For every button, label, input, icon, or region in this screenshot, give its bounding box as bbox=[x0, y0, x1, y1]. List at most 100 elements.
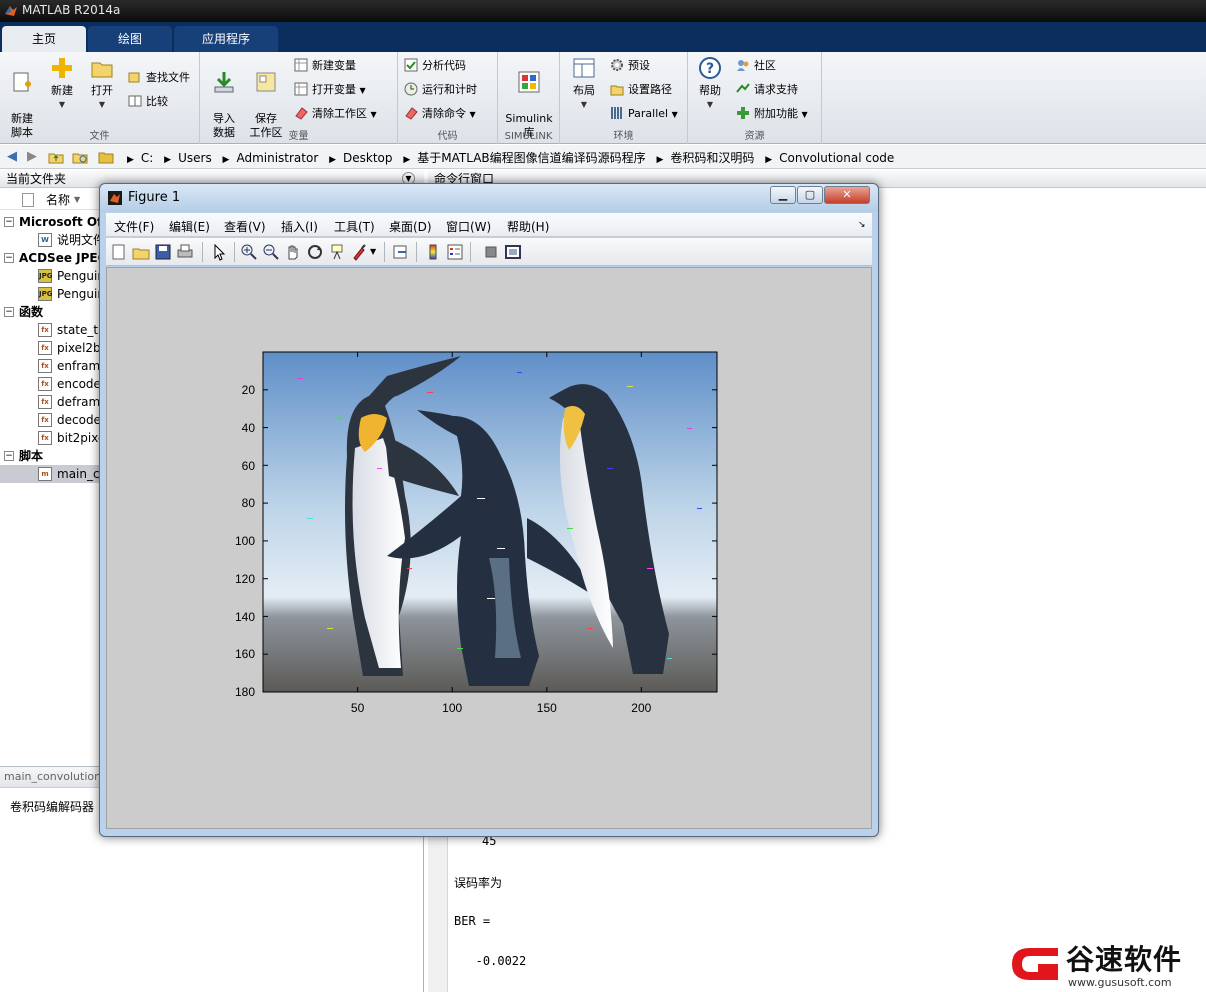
preferences-button[interactable]: 预设 bbox=[610, 56, 650, 76]
brush-chevron-down-icon[interactable]: ▼ bbox=[370, 247, 376, 256]
forward-arrow-icon[interactable]: ▶ bbox=[24, 149, 40, 165]
new-button[interactable]: 新建 ▼ bbox=[42, 56, 82, 112]
help-label: 帮助 bbox=[699, 84, 721, 97]
close-button[interactable]: ✕ bbox=[824, 186, 870, 204]
clear-workspace-label: 清除工作区 bbox=[312, 107, 367, 120]
collapse-icon[interactable]: − bbox=[4, 253, 14, 263]
function-file-icon: fx bbox=[38, 341, 52, 355]
browse-folder-icon[interactable] bbox=[72, 149, 88, 165]
community-label: 社区 bbox=[754, 59, 776, 72]
compare-button[interactable]: 比较 bbox=[128, 92, 168, 112]
colorbar-icon[interactable] bbox=[424, 243, 442, 261]
breadcrumb-item[interactable]: Desktop bbox=[343, 151, 393, 165]
collapse-icon[interactable]: − bbox=[4, 307, 14, 317]
layout-button[interactable]: 布局 ▼ bbox=[564, 56, 604, 112]
collapse-icon[interactable]: − bbox=[4, 217, 14, 227]
open-variable-label: 打开变量 bbox=[312, 83, 356, 96]
y-tick-label: 60 bbox=[242, 459, 256, 473]
rotate-3d-icon[interactable] bbox=[306, 243, 324, 261]
simulink-library-button[interactable]: Simulink 库 bbox=[502, 56, 556, 140]
chevron-down-icon: ▼ bbox=[370, 110, 377, 119]
svg-text:?: ? bbox=[706, 61, 714, 77]
address-bar: ◀ ▶ ▶ C: ▶ Users ▶ Administrator ▶ Desktop ▶… bbox=[0, 145, 1206, 169]
hide-plot-tools-icon[interactable] bbox=[482, 243, 500, 261]
breadcrumb-item[interactable]: Users bbox=[178, 151, 212, 165]
find-files-button[interactable]: 查找文件 bbox=[128, 68, 190, 88]
new-figure-icon[interactable] bbox=[110, 243, 128, 261]
data-cursor-icon[interactable] bbox=[328, 243, 346, 261]
tab-home[interactable]: 主页 bbox=[2, 26, 86, 52]
breadcrumb-item[interactable]: Convolutional code bbox=[779, 151, 894, 165]
maximize-button[interactable]: ▢ bbox=[797, 186, 823, 204]
menu-desktop[interactable]: 桌面(D) bbox=[389, 218, 432, 235]
breadcrumb-item[interactable]: 卷积码和汉明码 bbox=[670, 151, 754, 165]
gear-icon bbox=[611, 59, 623, 71]
request-support-button[interactable]: 请求支持 bbox=[736, 80, 798, 100]
app-title: MATLAB R2014a bbox=[22, 3, 121, 17]
community-button[interactable]: 社区 bbox=[736, 56, 776, 76]
legend-icon[interactable] bbox=[446, 243, 464, 261]
menu-overflow-icon[interactable]: ↘ bbox=[858, 220, 866, 230]
pan-hand-icon[interactable] bbox=[284, 243, 302, 261]
group-label-file: 文件 bbox=[89, 131, 110, 142]
chevron-down-icon: ▼ bbox=[359, 86, 366, 95]
addons-button[interactable]: 附加功能 ▼ bbox=[736, 104, 808, 124]
menu-window[interactable]: 窗口(W) bbox=[446, 218, 491, 235]
menu-tools[interactable]: 工具(T) bbox=[334, 218, 375, 235]
function-file-icon: fx bbox=[38, 377, 52, 391]
zoom-out-icon[interactable] bbox=[262, 243, 280, 261]
zoom-in-icon[interactable] bbox=[240, 243, 258, 261]
clear-commands-button[interactable]: 清除命令 ▼ bbox=[404, 104, 476, 124]
title-bar: MATLAB R2014a bbox=[0, 0, 1206, 22]
layout-label: 布局 bbox=[573, 84, 595, 97]
menu-help[interactable]: 帮助(H) bbox=[507, 218, 549, 235]
breadcrumb-item[interactable]: Administrator bbox=[236, 151, 318, 165]
save-icon[interactable] bbox=[154, 243, 172, 261]
menu-insert[interactable]: 插入(I) bbox=[281, 218, 318, 235]
clear-commands-label: 清除命令 bbox=[422, 107, 466, 120]
tab-plots[interactable]: 绘图 bbox=[88, 26, 172, 52]
compare-label: 比较 bbox=[146, 95, 168, 108]
link-plot-icon[interactable] bbox=[392, 243, 410, 261]
show-plot-tools-icon[interactable] bbox=[504, 243, 522, 261]
menu-view[interactable]: 查看(V) bbox=[224, 218, 266, 235]
print-icon[interactable] bbox=[176, 243, 194, 261]
minimize-button[interactable]: ▁ bbox=[770, 186, 796, 204]
open-file-icon[interactable] bbox=[132, 243, 150, 261]
figure-canvas[interactable]: 20 40 60 80 100 120 140 160 180 50 100 1… bbox=[106, 267, 872, 829]
tab-apps[interactable]: 应用程序 bbox=[174, 26, 278, 52]
category-label: 脚本 bbox=[19, 449, 44, 463]
community-icon bbox=[737, 60, 749, 71]
collapse-icon[interactable]: − bbox=[4, 451, 14, 461]
figure-window[interactable]: Figure 1 ▁ ▢ ✕ 文件(F) 编辑(E) 查看(V) 插入(I) 工… bbox=[99, 183, 879, 837]
function-file-icon: fx bbox=[38, 431, 52, 445]
analyze-code-button[interactable]: 分析代码 bbox=[404, 56, 466, 76]
open-button[interactable]: 打开 ▼ bbox=[82, 56, 122, 112]
file-name: state_tr bbox=[57, 323, 104, 337]
run-time-button[interactable]: 运行和计时 bbox=[404, 80, 477, 100]
breadcrumb-separator-icon: ▶ bbox=[329, 155, 337, 165]
ribbon-group-file: 新建 脚本 新建 ▼ 打开 ▼ 查找文件 比较 文件 bbox=[0, 52, 200, 144]
watermark-text: 谷速软件 bbox=[1066, 943, 1183, 976]
name-column-header[interactable]: 名称 bbox=[46, 190, 70, 210]
back-arrow-icon[interactable]: ◀ bbox=[4, 149, 20, 165]
set-path-button[interactable]: 设置路径 bbox=[610, 80, 672, 100]
help-button[interactable]: ? 帮助 ▼ bbox=[690, 56, 730, 112]
pointer-icon[interactable] bbox=[210, 243, 228, 261]
up-folder-icon[interactable] bbox=[48, 149, 64, 165]
menu-file[interactable]: 文件(F) bbox=[114, 218, 154, 235]
figure-title-bar[interactable]: Figure 1 ▁ ▢ ✕ bbox=[100, 184, 878, 212]
sort-chevron-icon[interactable]: ▼ bbox=[74, 190, 80, 210]
clear-workspace-button[interactable]: 清除工作区 ▼ bbox=[294, 104, 377, 124]
menu-edit[interactable]: 编辑(E) bbox=[169, 218, 210, 235]
new-variable-button[interactable]: 新建变量 bbox=[294, 56, 356, 76]
image-axes[interactable]: 20 40 60 80 100 120 140 160 180 50 100 1… bbox=[107, 268, 873, 828]
parallel-label: Parallel bbox=[628, 107, 669, 120]
open-variable-button[interactable]: 打开变量 ▼ bbox=[294, 80, 366, 100]
brush-icon[interactable] bbox=[350, 243, 368, 261]
parallel-button[interactable]: Parallel ▼ bbox=[610, 104, 678, 124]
breadcrumb: ▶ C: ▶ Users ▶ Administrator ▶ Desktop ▶ 基于MA… bbox=[120, 149, 894, 166]
toolbar-separator bbox=[202, 242, 203, 262]
breadcrumb-item[interactable]: 基于MATLAB编程图像信道编译码源码程序 bbox=[417, 151, 645, 165]
breadcrumb-item[interactable]: C: bbox=[141, 151, 153, 165]
